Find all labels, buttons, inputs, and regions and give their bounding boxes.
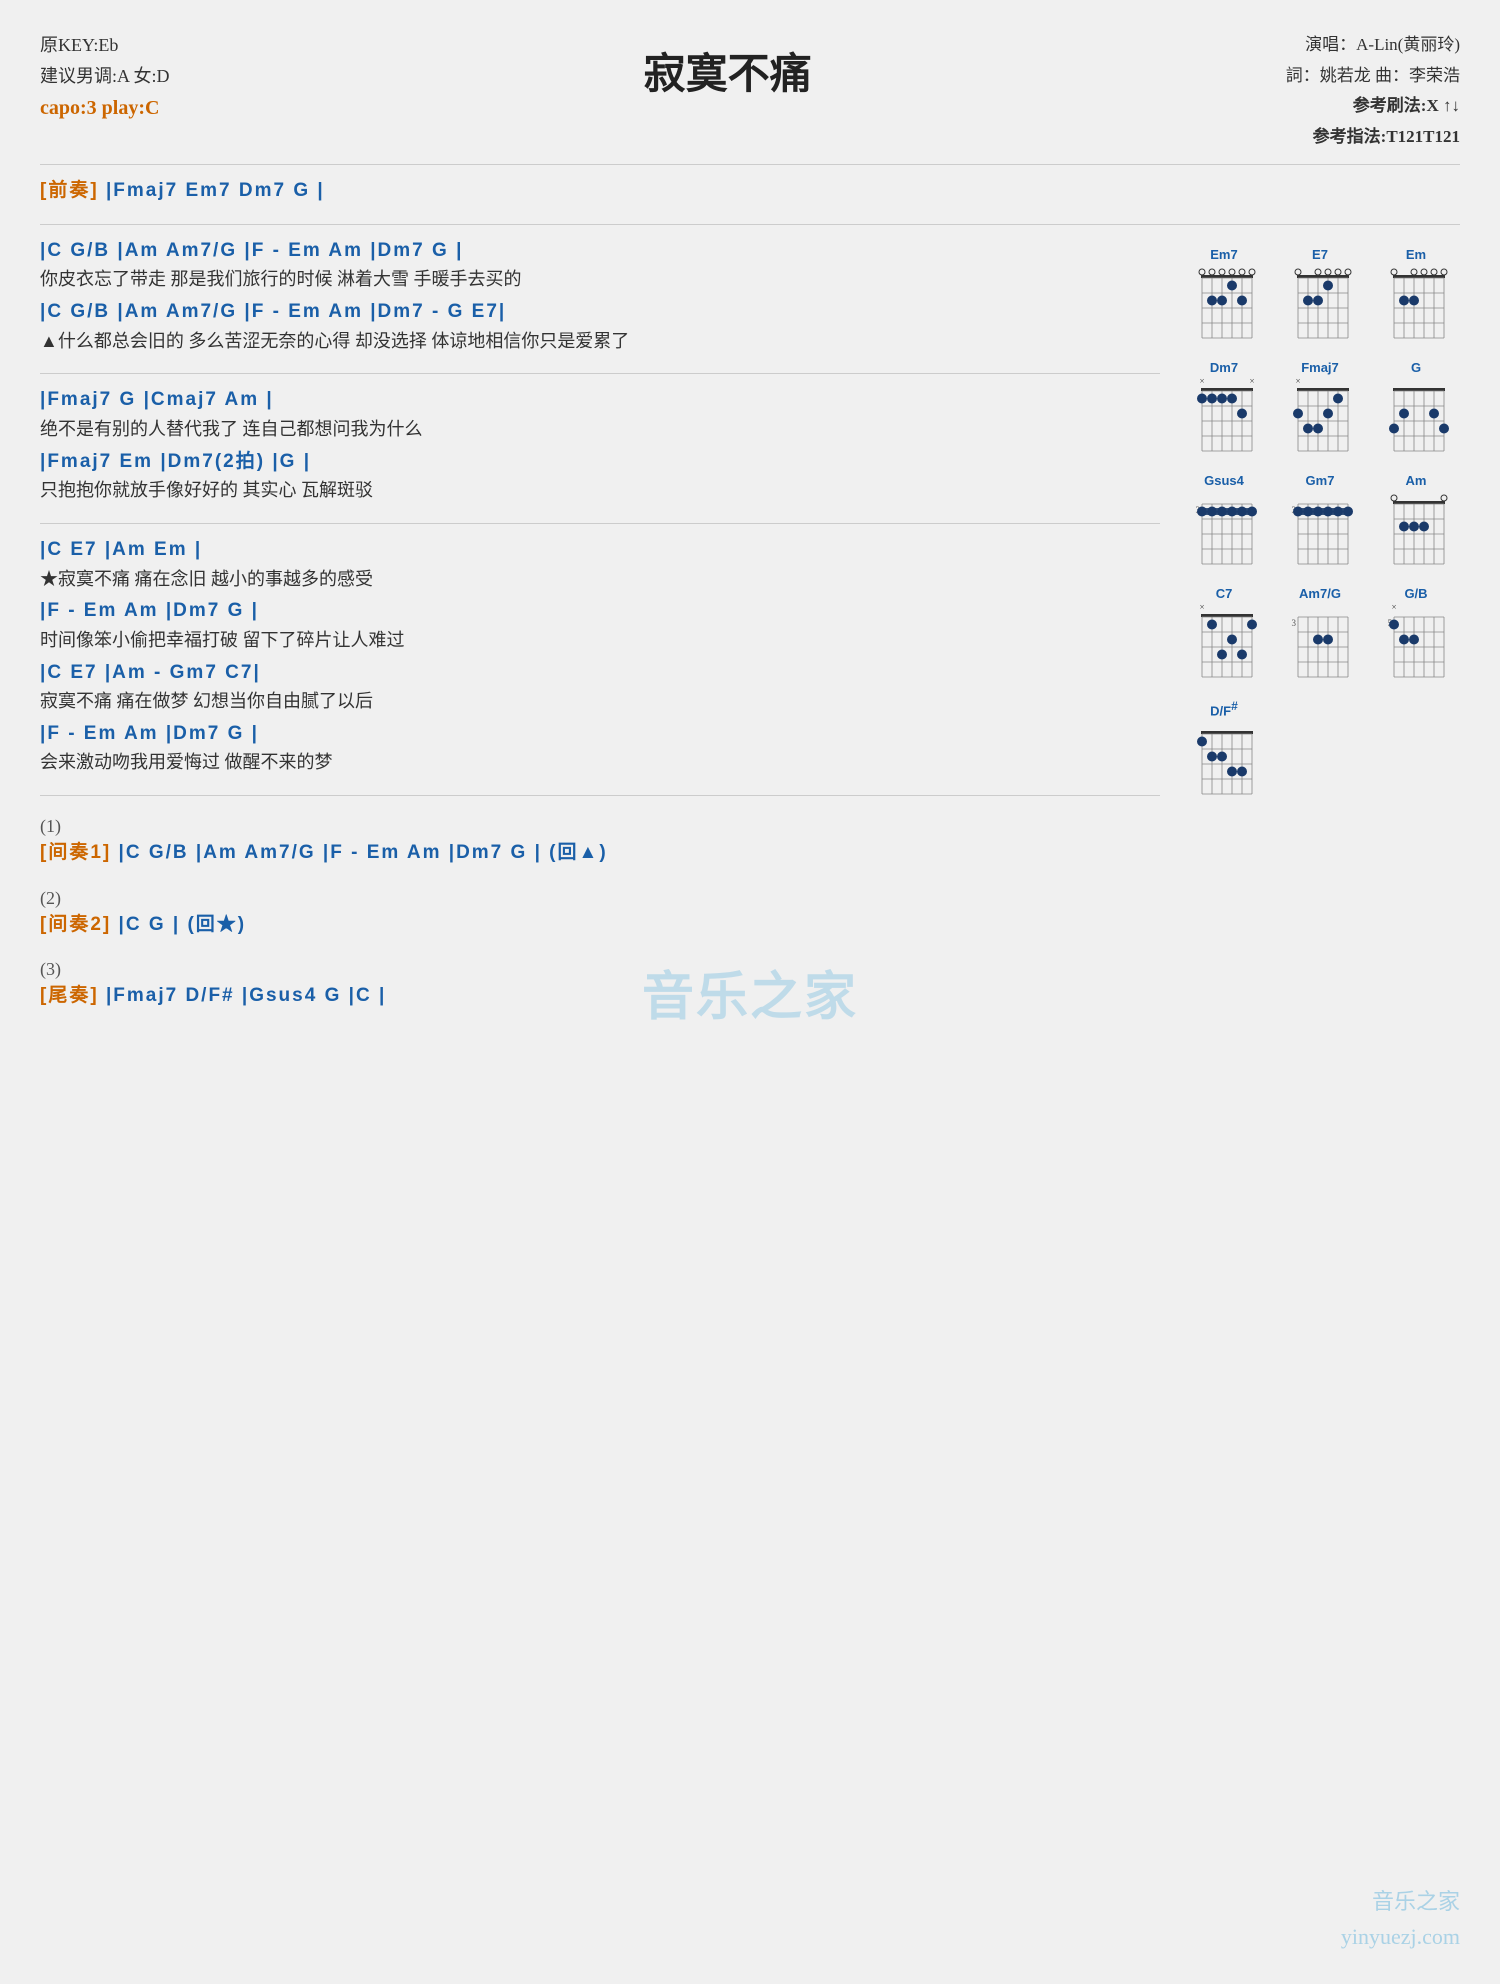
chord-diagram-em: Em <box>1372 247 1460 346</box>
interlude2: (2) [间奏2] |C G | (回★) <box>40 888 1160 940</box>
finger-ref: 参考指法:T121T121 <box>1286 122 1460 153</box>
prelude-label: [前奏] <box>40 180 99 201</box>
suggested-key: 建议男调:A 女:D <box>40 61 170 92</box>
chord-diagram-g: G <box>1372 360 1460 459</box>
chord-svg <box>1188 720 1260 802</box>
svg-text:×: × <box>1391 603 1396 612</box>
interlude2-num: (2) <box>40 888 1160 909</box>
header-area: 原KEY:Eb 建议男调:A 女:D capo:3 play:C 寂寞不痛 演唱… <box>40 30 1460 152</box>
chord-diagram-dm7: Dm7×× <box>1180 360 1268 459</box>
bridge-lyric2: 只抱抱你就放手像好好的 其实心 瓦解斑驳 <box>40 476 1160 505</box>
interlude3-label: [尾奏] <box>40 985 99 1006</box>
chord-svg <box>1380 264 1452 346</box>
interlude1-num: (1) <box>40 816 1160 837</box>
bridge-lyric1: 绝不是有别的人替代我了 连自己都想问我为什么 <box>40 415 1160 444</box>
interlude3-num: (3) <box>40 959 1160 980</box>
verse1-lyric2: ▲什么都总会旧的 多么苦涩无奈的心得 却没选择 体谅地相信你只是爱累了 <box>40 327 1160 356</box>
chorus-lyric4: 会来激动吻我用爱悔过 做醒不来的梦 <box>40 748 1160 777</box>
chord-name: Fmaj7 <box>1301 360 1339 375</box>
svg-text:×: × <box>1199 603 1204 612</box>
chord-diagram-em7: Em7 <box>1180 247 1268 346</box>
chord-diagrams: Em7E7EmDm7××Fmaj7×GGsus43Gm73AmC7×Am7/G3… <box>1180 237 1460 1021</box>
strum-ref: 参考刷法:X ↑↓ <box>1286 91 1460 122</box>
interlude2-label: [间奏2] <box>40 914 111 935</box>
chord-name: D/F# <box>1210 699 1238 718</box>
chord-name: Gm7 <box>1306 473 1335 488</box>
chord-name: C7 <box>1216 586 1233 601</box>
verse1-chords2: |C G/B |Am Am7/G |F - Em Am |Dm7 - G E7| <box>40 298 1160 327</box>
chorus-lyric2: 时间像笨小偷把幸福打破 留下了碎片让人难过 <box>40 626 1160 655</box>
verse1-section: |C G/B |Am Am7/G |F - Em Am |Dm7 G | 你皮衣… <box>40 237 1160 356</box>
chord-diagram-am7g: Am7/G 3 <box>1276 586 1364 685</box>
prelude-chords: |Fmaj7 Em7 Dm7 G | <box>106 180 325 201</box>
lyricist: 詞：姚若龙 曲：李荣浩 <box>1286 61 1460 92</box>
chord-diagram-am: Am <box>1372 473 1460 572</box>
song-title: 寂寞不痛 <box>170 30 1286 101</box>
chorus-lyric1: ★寂寞不痛 痛在念旧 越小的事越多的感受 <box>40 565 1160 594</box>
interlude3-chords: |Fmaj7 D/F# |Gsus4 G |C | <box>106 985 386 1006</box>
chord-name: E7 <box>1312 247 1328 262</box>
chord-diagram-c7: C7 × <box>1180 586 1268 685</box>
chord-svg: 3 <box>1284 490 1356 572</box>
chord-name: Am7/G <box>1299 586 1341 601</box>
main-content: |C G/B |Am Am7/G |F - Em Am |Dm7 G | 你皮衣… <box>40 237 1460 1021</box>
chord-diagram-gb: G/B 5× <box>1372 586 1460 685</box>
interlude1-line: [间奏1] |C G/B |Am Am7/G |F - Em Am |Dm7 G… <box>40 839 1160 868</box>
interlude1: (1) [间奏1] |C G/B |Am Am7/G |F - Em Am |D… <box>40 816 1160 868</box>
svg-text:3: 3 <box>1292 618 1297 628</box>
chord-diagram-fmaj7: Fmaj7× <box>1276 360 1364 459</box>
chorus-chords4: |F - Em Am |Dm7 G | <box>40 720 1160 749</box>
svg-text:×: × <box>1249 377 1254 386</box>
prelude-section: [前奏] |Fmaj7 Em7 Dm7 G | <box>40 177 1460 206</box>
chord-svg: ×× <box>1188 377 1260 459</box>
chord-diagram-e7: E7 <box>1276 247 1364 346</box>
chord-name: Em <box>1406 247 1426 262</box>
chord-name: Gsus4 <box>1204 473 1244 488</box>
chord-svg: 3 <box>1284 603 1356 685</box>
chord-svg: × <box>1284 377 1356 459</box>
capo-text: capo:3 play:C <box>40 91 170 125</box>
right-info: 演唱：A-Lin(黄丽玲) 詞：姚若龙 曲：李荣浩 参考刷法:X ↑↓ 参考指法… <box>1286 30 1460 152</box>
verse1-chords1: |C G/B |Am Am7/G |F - Em Am |Dm7 G | <box>40 237 1160 266</box>
prelude-line: [前奏] |Fmaj7 Em7 Dm7 G | <box>40 177 1460 206</box>
bridge-section: |Fmaj7 G |Cmaj7 Am | 绝不是有别的人替代我了 连自己都想问我… <box>40 386 1160 505</box>
interlude2-chords: |C G | (回★) <box>119 914 247 935</box>
interlude1-chords: |C G/B |Am Am7/G |F - Em Am |Dm7 G | (回▲… <box>119 842 608 863</box>
chord-name: Dm7 <box>1210 360 1238 375</box>
interlude1-label: [间奏1] <box>40 842 111 863</box>
chorus-section: |C E7 |Am Em | ★寂寞不痛 痛在念旧 越小的事越多的感受 |F -… <box>40 536 1160 777</box>
watermark-bottom: 音乐之家yinyuezj.com <box>1341 1884 1460 1954</box>
chord-name: Am <box>1406 473 1427 488</box>
chord-name: G/B <box>1404 586 1427 601</box>
left-info: 原KEY:Eb 建议男调:A 女:D capo:3 play:C <box>40 30 170 125</box>
chorus-chords2: |F - Em Am |Dm7 G | <box>40 597 1160 626</box>
chord-diagram-gm7: Gm73 <box>1276 473 1364 572</box>
bridge-chords1: |Fmaj7 G |Cmaj7 Am | <box>40 386 1160 415</box>
chord-name: Em7 <box>1210 247 1237 262</box>
chorus-chords1: |C E7 |Am Em | <box>40 536 1160 565</box>
bridge-chords2: |Fmaj7 Em |Dm7(2拍) |G | <box>40 448 1160 477</box>
chord-svg <box>1284 264 1356 346</box>
page: 原KEY:Eb 建议男调:A 女:D capo:3 play:C 寂寞不痛 演唱… <box>0 0 1500 1984</box>
interlude3-line: [尾奏] |Fmaj7 D/F# |Gsus4 G |C | <box>40 982 1160 1011</box>
chord-svg: 3 <box>1188 490 1260 572</box>
chord-svg: × <box>1188 603 1260 685</box>
svg-text:×: × <box>1295 377 1300 386</box>
chord-svg <box>1380 377 1452 459</box>
chord-svg: 5× <box>1380 603 1452 685</box>
chord-diagram-df#: D/F# <box>1180 699 1268 802</box>
interlude3: (3) [尾奏] |Fmaj7 D/F# |Gsus4 G |C | <box>40 959 1160 1011</box>
original-key: 原KEY:Eb <box>40 30 170 61</box>
score-area: |C G/B |Am Am7/G |F - Em Am |Dm7 G | 你皮衣… <box>40 237 1160 1021</box>
chord-name: G <box>1411 360 1421 375</box>
chord-svg <box>1188 264 1260 346</box>
chorus-chords3: |C E7 |Am - Gm7 C7| <box>40 659 1160 688</box>
singer: 演唱：A-Lin(黄丽玲) <box>1286 30 1460 61</box>
chord-svg <box>1380 490 1452 572</box>
svg-text:×: × <box>1199 377 1204 386</box>
verse1-lyric1: 你皮衣忘了带走 那是我们旅行的时候 淋着大雪 手暖手去买的 <box>40 265 1160 294</box>
interlude2-line: [间奏2] |C G | (回★) <box>40 911 1160 940</box>
chorus-lyric3: 寂寞不痛 痛在做梦 幻想当你自由腻了以后 <box>40 687 1160 716</box>
chord-diagram-gsus4: Gsus4 3 <box>1180 473 1268 572</box>
